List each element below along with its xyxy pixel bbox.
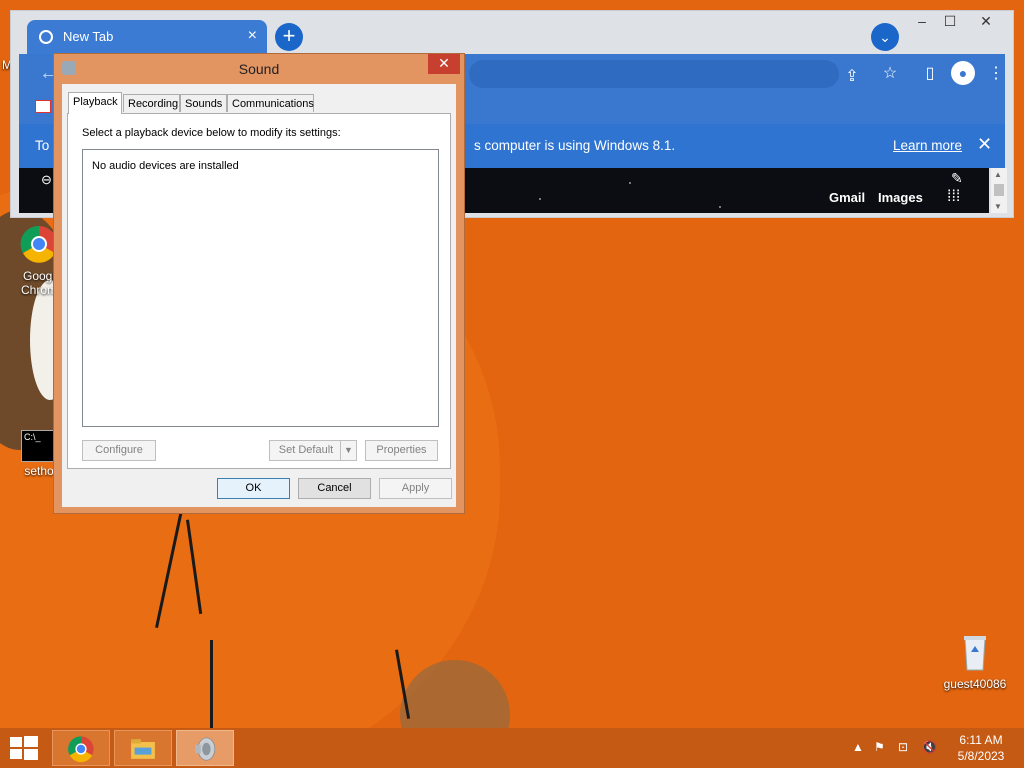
taskbar-sound[interactable] (176, 730, 234, 766)
taskbar-clock[interactable]: 6:11 AM 5/8/2023 (948, 732, 1014, 764)
windows-logo-icon (10, 749, 22, 759)
playback-instruction: Select a playback device below to modify… (82, 127, 341, 139)
background-star (629, 182, 631, 184)
tab-search-button[interactable]: ⌄ (871, 23, 899, 51)
google-apps-icon[interactable]: ⁞⁞⁞ (947, 188, 960, 206)
set-default-button[interactable]: Set Default ▼ (269, 440, 357, 461)
properties-button[interactable]: Properties (365, 440, 438, 461)
close-window-button[interactable]: ✕ (972, 13, 1000, 30)
menu-kebab-icon[interactable]: ⋮ (985, 63, 1007, 83)
infobar-text-start: To (35, 138, 50, 153)
close-infobar-icon[interactable]: ✕ (977, 134, 992, 155)
tab-playback[interactable]: Playback (68, 92, 122, 114)
scrollbar-thumb[interactable] (994, 184, 1004, 196)
playback-panel: Select a playback device below to modify… (67, 113, 451, 469)
tab-recording[interactable]: Recording (123, 94, 180, 112)
dialog-client-area: Playback Recording Sounds Communications… (62, 84, 456, 507)
learn-more-link[interactable]: Learn more (893, 138, 962, 153)
windows-logo-icon (10, 737, 22, 747)
folder-icon (131, 739, 155, 759)
tab-sounds[interactable]: Sounds (180, 94, 227, 112)
background-star (719, 206, 721, 208)
windows-logo-icon (24, 736, 38, 747)
scroll-up-icon[interactable]: ▲ (994, 170, 1002, 179)
dialog-title: Sound (238, 61, 280, 77)
set-default-label: Set Default (278, 444, 334, 456)
empty-list-message: No audio devices are installed (92, 160, 239, 172)
playback-device-list[interactable]: No audio devices are installed (82, 149, 439, 427)
chrome-favicon-icon (39, 30, 53, 44)
scroll-down-icon[interactable]: ▼ (994, 202, 1002, 211)
browser-tab[interactable]: New Tab × (27, 20, 267, 54)
tab-title: New Tab (63, 29, 114, 44)
wallpaper-line (210, 640, 213, 730)
cmd-icon: C:\_ (21, 430, 57, 462)
taskbar-file-explorer[interactable] (114, 730, 172, 766)
bookmark-star-icon[interactable]: ☆ (879, 63, 901, 83)
page-scrollbar[interactable]: ▲ ▼ (991, 168, 1007, 213)
background-star (539, 198, 541, 200)
clock-date: 5/8/2023 (957, 749, 1005, 763)
show-hidden-icons-icon[interactable]: ▲ (852, 740, 864, 754)
desktop-icon-recycle-bin[interactable]: guest40086 (940, 632, 1010, 691)
share-icon[interactable]: ⇪ (841, 66, 863, 86)
tab-communications[interactable]: Communications (227, 94, 314, 112)
volume-muted-icon[interactable]: 🔇 (922, 740, 937, 754)
images-link[interactable]: Images (878, 190, 923, 205)
chrome-icon (68, 736, 94, 763)
gmail-link[interactable]: Gmail (829, 190, 865, 205)
address-bar[interactable]: ⇪ (469, 60, 859, 88)
action-center-flag-icon[interactable]: ⚑ (874, 740, 885, 754)
minimize-button[interactable]: – (908, 13, 936, 29)
infobar-message: s computer is using Windows 8.1. (474, 138, 676, 153)
new-tab-button[interactable]: + (275, 23, 303, 51)
side-panel-icon[interactable]: ▯ (919, 63, 941, 83)
network-icon[interactable]: ⊡ (898, 740, 908, 754)
speaker-icon (195, 737, 216, 761)
profile-avatar-icon[interactable]: ● (951, 61, 975, 85)
start-button[interactable] (10, 736, 38, 760)
cancel-button[interactable]: Cancel (298, 478, 371, 499)
maximize-button[interactable]: ☐ (936, 13, 964, 30)
desktop-icon-label: guest40086 (943, 677, 1007, 691)
dropdown-arrow-icon[interactable]: ▼ (340, 441, 356, 460)
apply-button[interactable]: Apply (379, 478, 452, 499)
recycle-bin-icon (964, 636, 986, 671)
close-tab-icon[interactable]: × (248, 27, 257, 45)
gmail-bookmark-icon[interactable] (35, 100, 51, 113)
clock-time: 6:11 AM (959, 733, 1003, 747)
customize-pencil-icon[interactable]: ✎ (951, 170, 963, 187)
taskbar-chrome[interactable] (52, 730, 110, 766)
dialog-close-button[interactable]: ✕ (428, 54, 460, 74)
dialog-titlebar[interactable]: Sound ✕ (54, 54, 464, 84)
windows-logo-icon (24, 749, 38, 760)
ok-button[interactable]: OK (217, 478, 290, 499)
sound-dialog: Sound ✕ Playback Recording Sounds Commun… (53, 53, 465, 514)
configure-button[interactable]: Configure (82, 440, 156, 461)
link-icon: ⊖ (41, 172, 52, 187)
taskbar: ▲ ⚑ ⊡ 🔇 6:11 AM 5/8/2023 (0, 728, 1024, 768)
